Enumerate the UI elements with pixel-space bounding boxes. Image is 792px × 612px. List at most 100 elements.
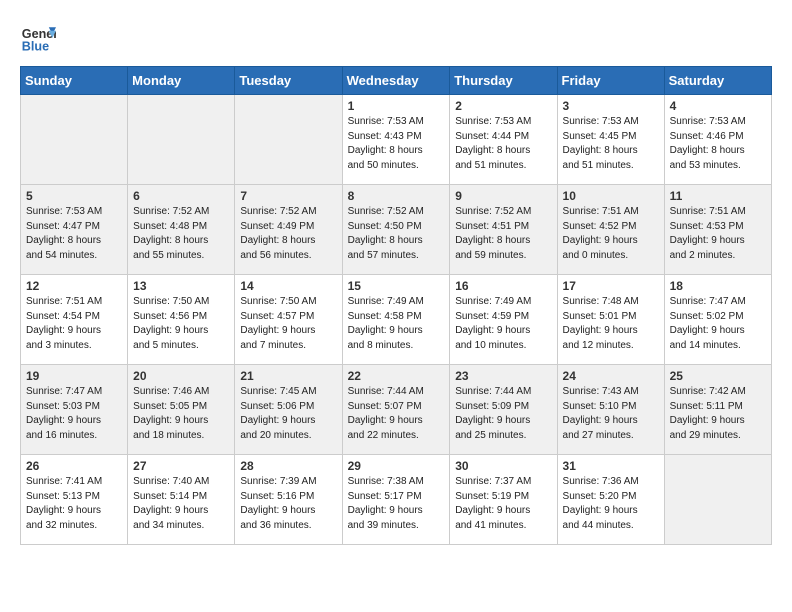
calendar-table: SundayMondayTuesdayWednesdayThursdayFrid… [20, 66, 772, 545]
day-info: Sunrise: 7:47 AM Sunset: 5:02 PM Dayligh… [670, 295, 766, 353]
day-number: 23 [455, 369, 551, 383]
calendar-day-cell: 16Sunrise: 7:49 AM Sunset: 4:59 PM Dayli… [450, 275, 557, 365]
calendar-day-cell [128, 95, 235, 185]
day-number: 2 [455, 99, 551, 113]
day-number: 29 [348, 459, 445, 473]
calendar-day-cell: 23 Sunrise: 7:44 AM Sunset: 5:09 PM Dayli… [450, 365, 557, 455]
day-info: Sunrise: 7:41 AM Sunset: 5:13 PM Dayligh… [26, 475, 122, 533]
day-info: Sunrise: 7:49 AM Sunset: 4:58 PM Dayligh… [348, 295, 445, 353]
calendar-day-cell: 14 Sunrise: 7:50 AM Sunset: 4:57 PM Dayli… [235, 275, 342, 365]
calendar-week-3: 12 Sunrise: 7:51 AM Sunset: 4:54 PM Dayli… [21, 275, 772, 365]
calendar-week-1: 1 Sunrise: 7:53 AM Sunset: 4:43 PM Daylig… [21, 95, 772, 185]
day-number: 12 [26, 279, 122, 293]
calendar-day-cell: 5Sunrise: 7:53 AM Sunset: 4:47 PM Daylig… [21, 185, 128, 275]
day-info: Sunrise: 7:50 AM Sunset: 4:57 PM Dayligh… [240, 295, 336, 353]
day-number: 10 [563, 189, 659, 203]
day-info: Sunrise: 7:52 AM Sunset: 4:50 PM Dayligh… [348, 205, 445, 263]
day-number: 1 [348, 99, 445, 113]
day-info: Sunrise: 7:49 AM Sunset: 4:59 PM Dayligh… [455, 295, 551, 353]
day-number: 27 [133, 459, 229, 473]
calendar-day-cell: 20Sunrise: 7:46 AM Sunset: 5:05 PM Dayli… [128, 365, 235, 455]
calendar-day-cell: 31 Sunrise: 7:36 AM Sunset: 5:20 PM Dayli… [557, 455, 664, 545]
day-number: 25 [670, 369, 766, 383]
day-header-wednesday: Wednesday [342, 67, 450, 95]
calendar-day-cell: 9Sunrise: 7:52 AM Sunset: 4:51 PM Daylig… [450, 185, 557, 275]
day-number: 15 [348, 279, 445, 293]
logo: General Blue [20, 20, 60, 56]
day-number: 17 [563, 279, 659, 293]
day-header-monday: Monday [128, 67, 235, 95]
calendar-day-cell: 26 Sunrise: 7:41 AM Sunset: 5:13 PM Dayli… [21, 455, 128, 545]
calendar-day-cell: 12 Sunrise: 7:51 AM Sunset: 4:54 PM Dayli… [21, 275, 128, 365]
day-info: Sunrise: 7:53 AM Sunset: 4:46 PM Dayligh… [670, 115, 766, 173]
calendar-day-cell: 6 Sunrise: 7:52 AM Sunset: 4:48 PM Daylig… [128, 185, 235, 275]
day-info: Sunrise: 7:44 AM Sunset: 5:09 PM Dayligh… [455, 385, 551, 443]
calendar-week-2: 5Sunrise: 7:53 AM Sunset: 4:47 PM Daylig… [21, 185, 772, 275]
calendar-day-cell: 7Sunrise: 7:52 AM Sunset: 4:49 PM Daylig… [235, 185, 342, 275]
calendar-day-cell: 10 Sunrise: 7:51 AM Sunset: 4:52 PM Dayli… [557, 185, 664, 275]
day-info: Sunrise: 7:42 AM Sunset: 5:11 PM Dayligh… [670, 385, 766, 443]
calendar-day-cell [21, 95, 128, 185]
svg-text:Blue: Blue [22, 40, 49, 54]
day-number: 31 [563, 459, 659, 473]
calendar-day-cell: 25 Sunrise: 7:42 AM Sunset: 5:11 PM Dayli… [664, 365, 771, 455]
day-number: 11 [670, 189, 766, 203]
day-info: Sunrise: 7:47 AM Sunset: 5:03 PM Dayligh… [26, 385, 122, 443]
calendar-day-cell: 30Sunrise: 7:37 AM Sunset: 5:19 PM Dayli… [450, 455, 557, 545]
calendar-day-cell: 22 Sunrise: 7:44 AM Sunset: 5:07 PM Dayli… [342, 365, 450, 455]
day-info: Sunrise: 7:51 AM Sunset: 4:53 PM Dayligh… [670, 205, 766, 263]
day-info: Sunrise: 7:52 AM Sunset: 4:48 PM Dayligh… [133, 205, 229, 263]
day-info: Sunrise: 7:44 AM Sunset: 5:07 PM Dayligh… [348, 385, 445, 443]
calendar-day-cell: 4 Sunrise: 7:53 AM Sunset: 4:46 PM Daylig… [664, 95, 771, 185]
calendar-day-cell: 29 Sunrise: 7:38 AM Sunset: 5:17 PM Dayli… [342, 455, 450, 545]
day-info: Sunrise: 7:50 AM Sunset: 4:56 PM Dayligh… [133, 295, 229, 353]
day-number: 22 [348, 369, 445, 383]
calendar-day-cell: 1 Sunrise: 7:53 AM Sunset: 4:43 PM Daylig… [342, 95, 450, 185]
day-info: Sunrise: 7:46 AM Sunset: 5:05 PM Dayligh… [133, 385, 229, 443]
day-number: 6 [133, 189, 229, 203]
day-number: 26 [26, 459, 122, 473]
day-info: Sunrise: 7:51 AM Sunset: 4:54 PM Dayligh… [26, 295, 122, 353]
calendar-day-cell: 17 Sunrise: 7:48 AM Sunset: 5:01 PM Dayli… [557, 275, 664, 365]
day-info: Sunrise: 7:37 AM Sunset: 5:19 PM Dayligh… [455, 475, 551, 533]
day-info: Sunrise: 7:53 AM Sunset: 4:44 PM Dayligh… [455, 115, 551, 173]
day-info: Sunrise: 7:39 AM Sunset: 5:16 PM Dayligh… [240, 475, 336, 533]
calendar-day-cell: 19 Sunrise: 7:47 AM Sunset: 5:03 PM Dayli… [21, 365, 128, 455]
calendar-day-cell: 18 Sunrise: 7:47 AM Sunset: 5:02 PM Dayli… [664, 275, 771, 365]
day-number: 28 [240, 459, 336, 473]
day-info: Sunrise: 7:38 AM Sunset: 5:17 PM Dayligh… [348, 475, 445, 533]
day-number: 14 [240, 279, 336, 293]
calendar-day-cell: 3 Sunrise: 7:53 AM Sunset: 4:45 PM Daylig… [557, 95, 664, 185]
logo-icon: General Blue [20, 20, 56, 56]
day-info: Sunrise: 7:40 AM Sunset: 5:14 PM Dayligh… [133, 475, 229, 533]
day-number: 9 [455, 189, 551, 203]
day-header-tuesday: Tuesday [235, 67, 342, 95]
day-number: 7 [240, 189, 336, 203]
day-number: 8 [348, 189, 445, 203]
day-header-sunday: Sunday [21, 67, 128, 95]
day-info: Sunrise: 7:53 AM Sunset: 4:45 PM Dayligh… [563, 115, 659, 173]
day-info: Sunrise: 7:48 AM Sunset: 5:01 PM Dayligh… [563, 295, 659, 353]
day-number: 19 [26, 369, 122, 383]
calendar-day-cell: 27 Sunrise: 7:40 AM Sunset: 5:14 PM Dayli… [128, 455, 235, 545]
calendar-day-cell: 8 Sunrise: 7:52 AM Sunset: 4:50 PM Daylig… [342, 185, 450, 275]
calendar-day-cell: 21Sunrise: 7:45 AM Sunset: 5:06 PM Dayli… [235, 365, 342, 455]
day-info: Sunrise: 7:53 AM Sunset: 4:43 PM Dayligh… [348, 115, 445, 173]
day-header-thursday: Thursday [450, 67, 557, 95]
day-number: 21 [240, 369, 336, 383]
day-info: Sunrise: 7:36 AM Sunset: 5:20 PM Dayligh… [563, 475, 659, 533]
calendar-day-cell: 28 Sunrise: 7:39 AM Sunset: 5:16 PM Dayli… [235, 455, 342, 545]
day-info: Sunrise: 7:51 AM Sunset: 4:52 PM Dayligh… [563, 205, 659, 263]
calendar-day-cell: 24Sunrise: 7:43 AM Sunset: 5:10 PM Dayli… [557, 365, 664, 455]
day-info: Sunrise: 7:53 AM Sunset: 4:47 PM Dayligh… [26, 205, 122, 263]
day-info: Sunrise: 7:43 AM Sunset: 5:10 PM Dayligh… [563, 385, 659, 443]
calendar-week-4: 19 Sunrise: 7:47 AM Sunset: 5:03 PM Dayli… [21, 365, 772, 455]
page-header: General Blue [20, 20, 772, 56]
calendar-day-cell: 15 Sunrise: 7:49 AM Sunset: 4:58 PM Dayli… [342, 275, 450, 365]
day-number: 4 [670, 99, 766, 113]
day-number: 3 [563, 99, 659, 113]
day-number: 13 [133, 279, 229, 293]
calendar-day-cell: 13 Sunrise: 7:50 AM Sunset: 4:56 PM Dayli… [128, 275, 235, 365]
calendar-header-row: SundayMondayTuesdayWednesdayThursdayFrid… [21, 67, 772, 95]
day-number: 18 [670, 279, 766, 293]
